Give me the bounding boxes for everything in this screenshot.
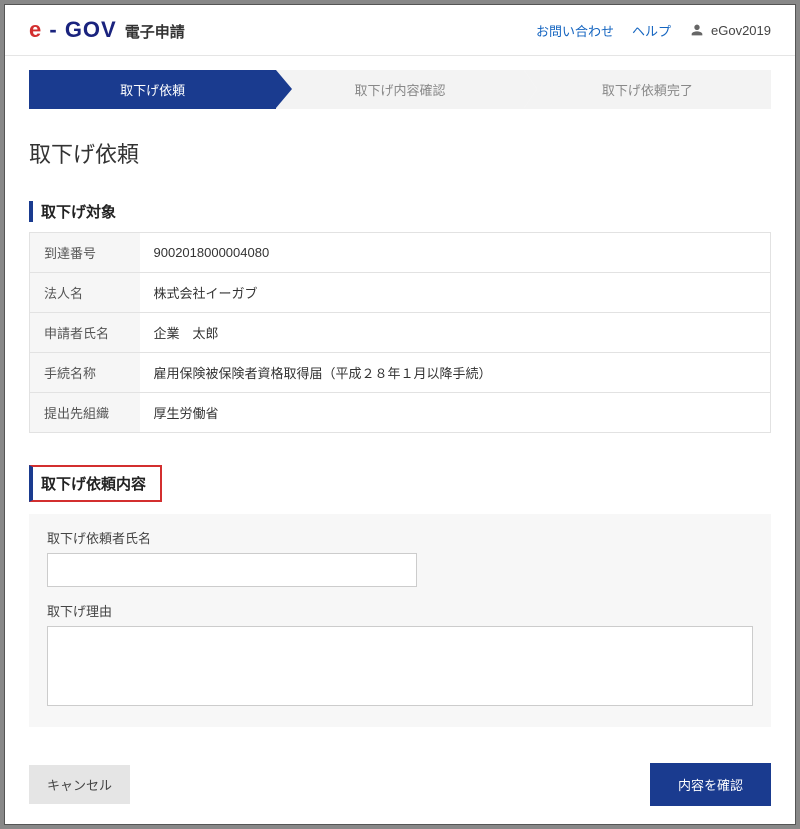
logo-main: GOV xyxy=(65,17,117,42)
username: eGov2019 xyxy=(711,23,771,38)
table-row: 申請者氏名企業 太郎 xyxy=(30,313,771,353)
step-2: 取下げ内容確認 xyxy=(276,70,523,109)
cell-value: 9002018000004080 xyxy=(140,233,771,273)
user-icon xyxy=(689,22,705,38)
cell-value: 株式会社イーガブ xyxy=(140,273,771,313)
header-links: お問い合わせ ヘルプ eGov2019 xyxy=(536,21,771,40)
content: 取下げ依頼 取下げ内容確認 取下げ依頼完了 取下げ依頼 取下げ対象 到達番号90… xyxy=(5,56,795,824)
logo-subtitle: 電子申請 xyxy=(125,21,185,42)
table-row: 到達番号9002018000004080 xyxy=(30,233,771,273)
cancel-button[interactable]: キャンセル xyxy=(29,765,130,804)
user-group[interactable]: eGov2019 xyxy=(689,22,771,38)
contact-link[interactable]: お問い合わせ xyxy=(536,21,614,40)
request-heading: 取下げ依頼内容 xyxy=(29,465,162,502)
table-row: 法人名株式会社イーガブ xyxy=(30,273,771,313)
cell-label: 到達番号 xyxy=(30,233,140,273)
table-row: 提出先組織厚生労働省 xyxy=(30,393,771,433)
cell-value: 厚生労働省 xyxy=(140,393,771,433)
cell-label: 申請者氏名 xyxy=(30,313,140,353)
target-heading: 取下げ対象 xyxy=(29,201,771,222)
confirm-button[interactable]: 内容を確認 xyxy=(650,763,771,806)
logo: e - GOV xyxy=(29,17,117,43)
request-form: 取下げ依頼者氏名 取下げ理由 xyxy=(29,514,771,727)
header: e - GOV 電子申請 お問い合わせ ヘルプ eGov2019 xyxy=(5,5,795,56)
app-window: e - GOV 電子申請 お問い合わせ ヘルプ eGov2019 取下げ依頼 取… xyxy=(4,4,796,825)
help-link[interactable]: ヘルプ xyxy=(632,21,671,40)
requester-name-input[interactable] xyxy=(47,553,417,587)
logo-group: e - GOV 電子申請 xyxy=(29,17,185,43)
step-3: 取下げ依頼完了 xyxy=(524,70,771,109)
cell-value: 企業 太郎 xyxy=(140,313,771,353)
cell-label: 法人名 xyxy=(30,273,140,313)
cell-label: 提出先組織 xyxy=(30,393,140,433)
reason-label: 取下げ理由 xyxy=(47,601,753,620)
footer-bar: キャンセル 内容を確認 xyxy=(29,763,771,806)
reason-textarea[interactable] xyxy=(47,626,753,706)
stepper: 取下げ依頼 取下げ内容確認 取下げ依頼完了 xyxy=(29,70,771,109)
cell-value: 雇用保険被保険者資格取得届（平成２８年１月以降手続） xyxy=(140,353,771,393)
requester-name-label: 取下げ依頼者氏名 xyxy=(47,528,753,547)
table-row: 手続名称雇用保険被保険者資格取得届（平成２８年１月以降手続） xyxy=(30,353,771,393)
step-1: 取下げ依頼 xyxy=(29,70,276,109)
page-title: 取下げ依頼 xyxy=(29,137,771,169)
logo-dash: - xyxy=(42,17,65,42)
cell-label: 手続名称 xyxy=(30,353,140,393)
logo-prefix: e xyxy=(29,17,42,42)
target-table: 到達番号9002018000004080 法人名株式会社イーガブ 申請者氏名企業… xyxy=(29,232,771,433)
